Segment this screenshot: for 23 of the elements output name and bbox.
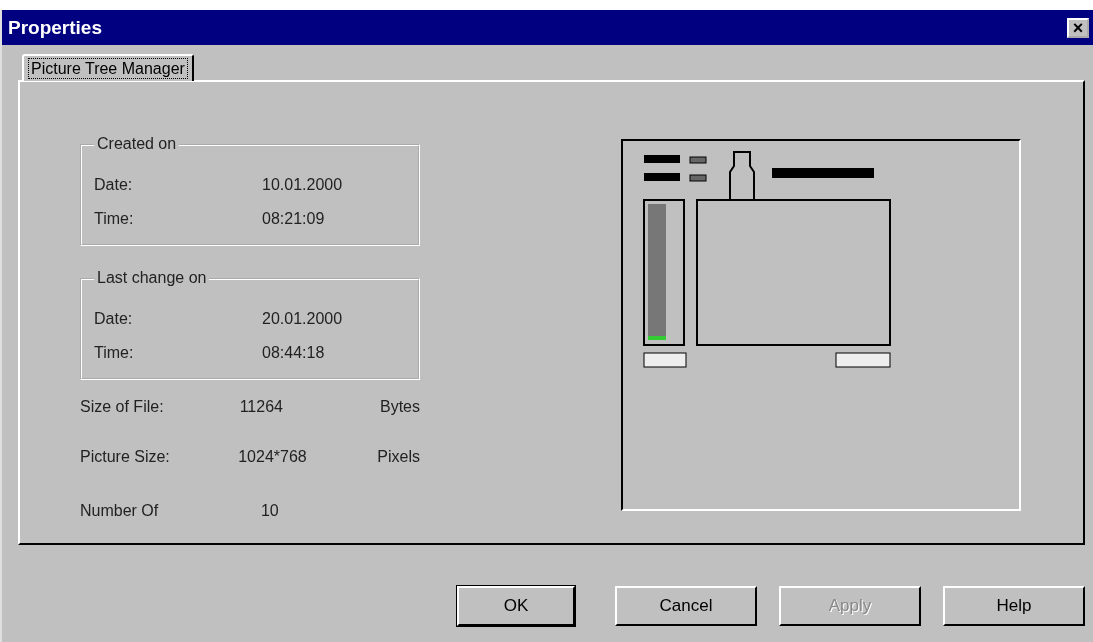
field-label: Time:	[94, 210, 135, 229]
dialog-button[interactable]: Help	[943, 586, 1085, 626]
field-value: 20.01.2000	[262, 310, 343, 329]
dialog-button[interactable]: Cancel	[615, 586, 757, 626]
field-label: Size of File:	[80, 398, 165, 417]
field-value: 1024*768	[238, 448, 308, 467]
field-value: 10.01.2000	[262, 176, 343, 195]
field-value: 11264	[239, 398, 284, 417]
tab[interactable]: Picture Tree Manager	[22, 54, 194, 81]
field-value: 08:21:09	[262, 210, 325, 229]
unit-label: Bytes	[380, 398, 420, 417]
field-label: Number Of	[80, 502, 160, 521]
field-value: 10	[260, 502, 280, 521]
field-value: 08:44:18	[262, 344, 325, 363]
field-label: Picture Size:	[80, 448, 171, 467]
window-title: Properties	[8, 16, 102, 39]
field-label: Date:	[94, 310, 134, 329]
group-title: Last change on	[94, 269, 210, 287]
unit-label: Pixels	[377, 448, 420, 467]
field-label: Date:	[94, 176, 134, 195]
close-button[interactable]: ×	[1067, 17, 1089, 38]
dialog-button[interactable]: OK	[457, 586, 575, 626]
field-label: Time:	[94, 344, 135, 363]
